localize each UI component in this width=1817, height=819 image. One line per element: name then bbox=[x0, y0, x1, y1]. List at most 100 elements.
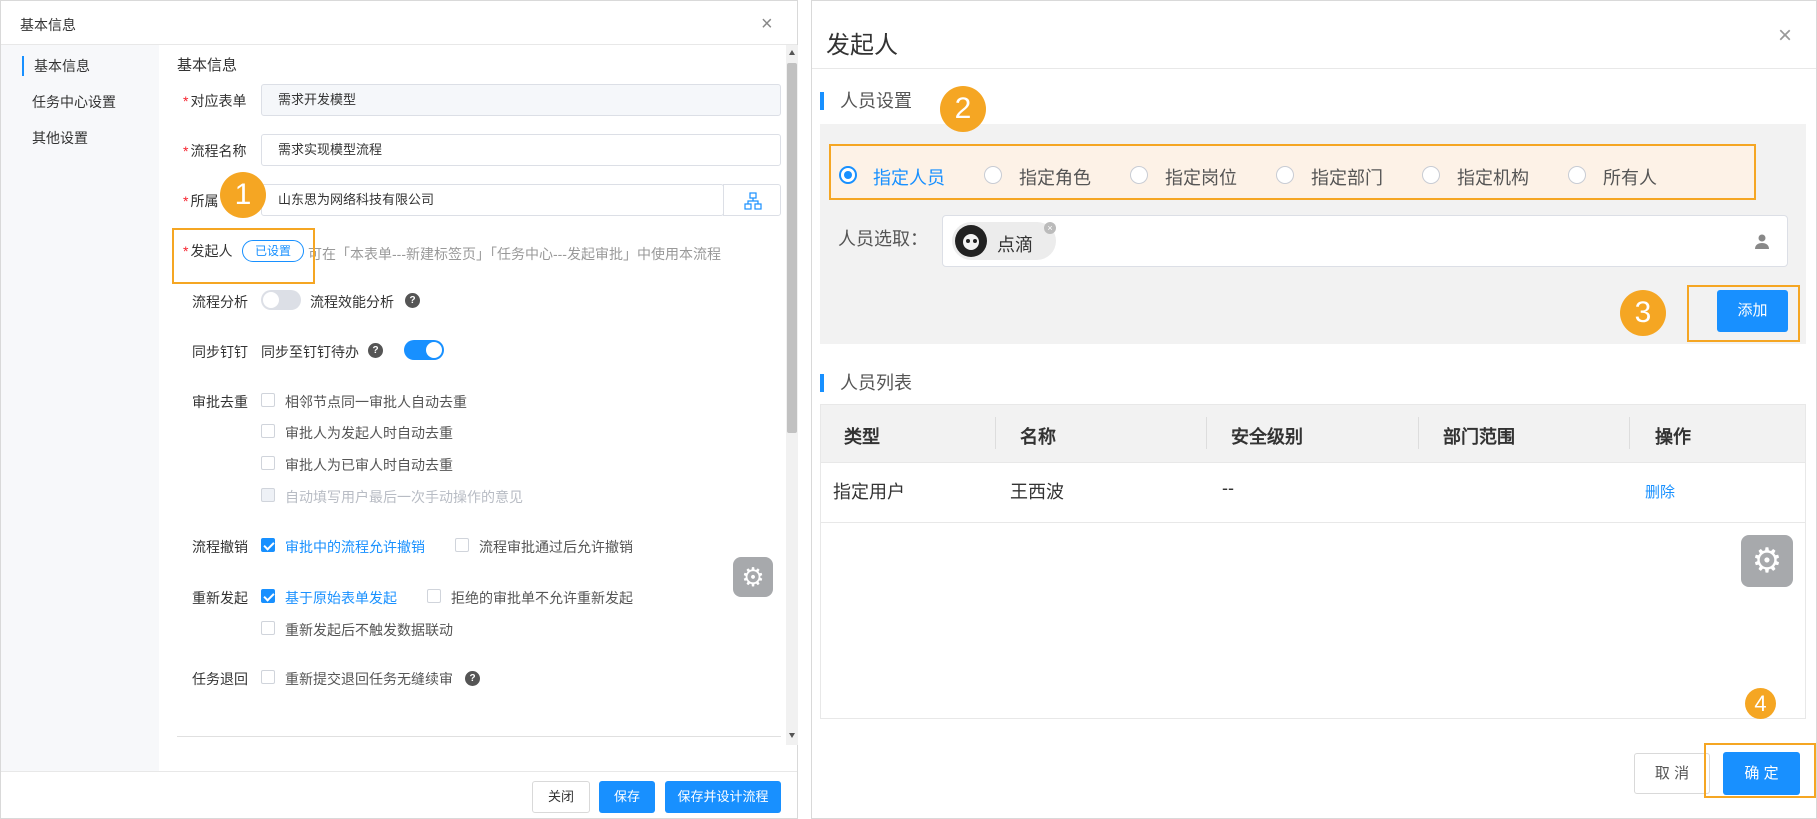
dedup-checkbox-4 bbox=[261, 488, 275, 502]
form-field[interactable]: 需求开发模型 bbox=[261, 84, 781, 116]
avatar bbox=[955, 225, 987, 257]
org-picker-button[interactable] bbox=[723, 184, 781, 216]
col-divider bbox=[995, 417, 996, 449]
basic-info-dialog: 基本信息 × 基本信息 任务中心设置 其他设置 基本信息 * 对应表单 需求开发模… bbox=[0, 0, 798, 819]
close-icon[interactable]: × bbox=[1778, 24, 1792, 48]
org-label-text: 所属 bbox=[190, 193, 219, 209]
table-header-action: 操作 bbox=[1655, 427, 1691, 447]
restart-option-3: 重新发起后不触发数据联动 bbox=[285, 622, 453, 638]
revoke-option-1: 审批中的流程允许撤销 bbox=[285, 539, 425, 555]
restart-label: 重新发起 bbox=[192, 590, 248, 606]
flow-name-input[interactable]: 需求实现模型流程 bbox=[261, 134, 781, 166]
person-table bbox=[820, 404, 1806, 719]
toggle-knob bbox=[426, 342, 442, 358]
revoke-checkbox-1[interactable] bbox=[261, 538, 275, 552]
cell-type: 指定用户 bbox=[833, 482, 905, 502]
person-chip[interactable]: 点滴 bbox=[952, 222, 1056, 260]
chip-remove-icon[interactable]: × bbox=[1044, 222, 1056, 234]
org-input[interactable]: 山东思为网络科技有限公司 bbox=[261, 184, 724, 216]
dialog-header: 基本信息 × bbox=[1, 1, 797, 45]
form-divider bbox=[177, 736, 781, 737]
scrollbar-up-icon[interactable] bbox=[789, 50, 795, 55]
step-badge-3: 3 bbox=[1620, 290, 1666, 336]
dedup-option-4: 自动填写用户最后一次手动操作的意见 bbox=[285, 489, 523, 505]
cancel-button[interactable]: 取 消 bbox=[1634, 753, 1710, 794]
revoke-checkbox-2[interactable] bbox=[455, 538, 469, 552]
scrollbar-thumb[interactable] bbox=[787, 63, 797, 433]
chip-name: 点滴 bbox=[997, 235, 1033, 255]
cell-security: -- bbox=[1222, 478, 1234, 498]
help-icon[interactable]: ? bbox=[368, 343, 383, 358]
restart-checkbox-1[interactable] bbox=[261, 589, 275, 603]
step-badge-4: 4 bbox=[1745, 688, 1776, 719]
toggle-knob bbox=[263, 292, 279, 308]
scrollbar-down-icon[interactable] bbox=[789, 733, 795, 738]
flow-name-label-text: 流程名称 bbox=[190, 143, 247, 159]
dedup-checkbox-3[interactable] bbox=[261, 456, 275, 470]
flow-name-label: * 流程名称 bbox=[183, 143, 247, 159]
footer-divider bbox=[1, 771, 797, 772]
help-icon[interactable]: ? bbox=[405, 293, 420, 308]
initiator-highlight bbox=[172, 228, 315, 284]
form-label: * 对应表单 bbox=[183, 93, 247, 109]
dialog-title: 发起人 bbox=[826, 32, 898, 59]
restart-option-2: 拒绝的审批单不允许重新发起 bbox=[451, 590, 633, 606]
col-divider bbox=[1629, 417, 1630, 449]
col-divider bbox=[1418, 417, 1419, 449]
analysis-label: 流程分析 bbox=[192, 294, 248, 310]
sync-toggle[interactable] bbox=[404, 340, 444, 360]
analysis-toggle[interactable] bbox=[261, 290, 301, 310]
person-settings-title: 人员设置 bbox=[820, 92, 912, 110]
step-badge-2: 2 bbox=[940, 86, 986, 132]
close-button[interactable]: 关闭 bbox=[532, 781, 590, 813]
analysis-text: 流程效能分析 bbox=[310, 294, 394, 310]
table-header-name: 名称 bbox=[1020, 427, 1056, 447]
section-title: 基本信息 bbox=[177, 57, 238, 74]
settings-gear-icon[interactable]: ⚙ bbox=[733, 557, 773, 597]
dedup-option-1: 相邻节点同一审批人自动去重 bbox=[285, 394, 467, 410]
dedup-checkbox-2[interactable] bbox=[261, 424, 275, 438]
revoke-label: 流程撤销 bbox=[192, 539, 248, 555]
add-highlight bbox=[1687, 285, 1800, 342]
dedup-option-2: 审批人为发起人时自动去重 bbox=[285, 425, 453, 441]
return-label: 任务退回 bbox=[192, 671, 248, 687]
org-label: * 所属 bbox=[183, 193, 219, 209]
dedup-checkbox-1[interactable] bbox=[261, 393, 275, 407]
sidebar-item-other[interactable]: 其他设置 bbox=[22, 128, 88, 148]
dedup-label: 审批去重 bbox=[192, 394, 248, 410]
return-checkbox[interactable] bbox=[261, 670, 275, 684]
help-icon[interactable]: ? bbox=[465, 671, 480, 686]
org-tree-icon bbox=[744, 192, 762, 210]
radio-highlight bbox=[829, 144, 1756, 200]
step-badge-1: 1 bbox=[220, 172, 266, 218]
dedup-option-3: 审批人为已审人时自动去重 bbox=[285, 457, 453, 473]
user-icon[interactable] bbox=[1754, 233, 1770, 249]
sidebar: 基本信息 任务中心设置 其他设置 bbox=[1, 45, 159, 771]
sync-text: 同步至钉钉待办 bbox=[261, 344, 359, 360]
restart-checkbox-2[interactable] bbox=[427, 589, 441, 603]
cell-name: 王西波 bbox=[1010, 482, 1064, 502]
table-header-type: 类型 bbox=[844, 427, 880, 447]
form-label-text: 对应表单 bbox=[190, 93, 247, 109]
save-button[interactable]: 保存 bbox=[599, 781, 655, 813]
dialog-title: 基本信息 bbox=[20, 17, 76, 33]
col-divider bbox=[1206, 417, 1207, 449]
close-icon[interactable]: × bbox=[761, 14, 773, 34]
table-header-security: 安全级别 bbox=[1231, 427, 1303, 447]
sidebar-item-task-center[interactable]: 任务中心设置 bbox=[22, 92, 116, 112]
restart-option-1: 基于原始表单发起 bbox=[285, 590, 397, 606]
person-list-title: 人员列表 bbox=[820, 374, 912, 392]
sidebar-item-basic[interactable]: 基本信息 bbox=[22, 56, 90, 76]
person-select-label: 人员选取： bbox=[838, 229, 928, 249]
delete-link[interactable]: 删除 bbox=[1645, 481, 1675, 502]
person-select-input[interactable] bbox=[942, 215, 1788, 267]
confirm-highlight bbox=[1704, 743, 1816, 798]
sync-label: 同步钉钉 bbox=[192, 344, 248, 360]
restart-checkbox-3[interactable] bbox=[261, 621, 275, 635]
revoke-option-2: 流程审批通过后允许撤销 bbox=[479, 539, 633, 555]
initiator-description: 可在「本表单---新建标签页」「任务中心---发起审批」中使用本流程 bbox=[308, 246, 721, 262]
save-and-design-button[interactable]: 保存并设计流程 bbox=[665, 781, 781, 813]
header-divider bbox=[812, 68, 1816, 69]
settings-gear-icon[interactable]: ⚙ bbox=[1741, 535, 1793, 587]
scrollbar[interactable] bbox=[786, 45, 798, 745]
